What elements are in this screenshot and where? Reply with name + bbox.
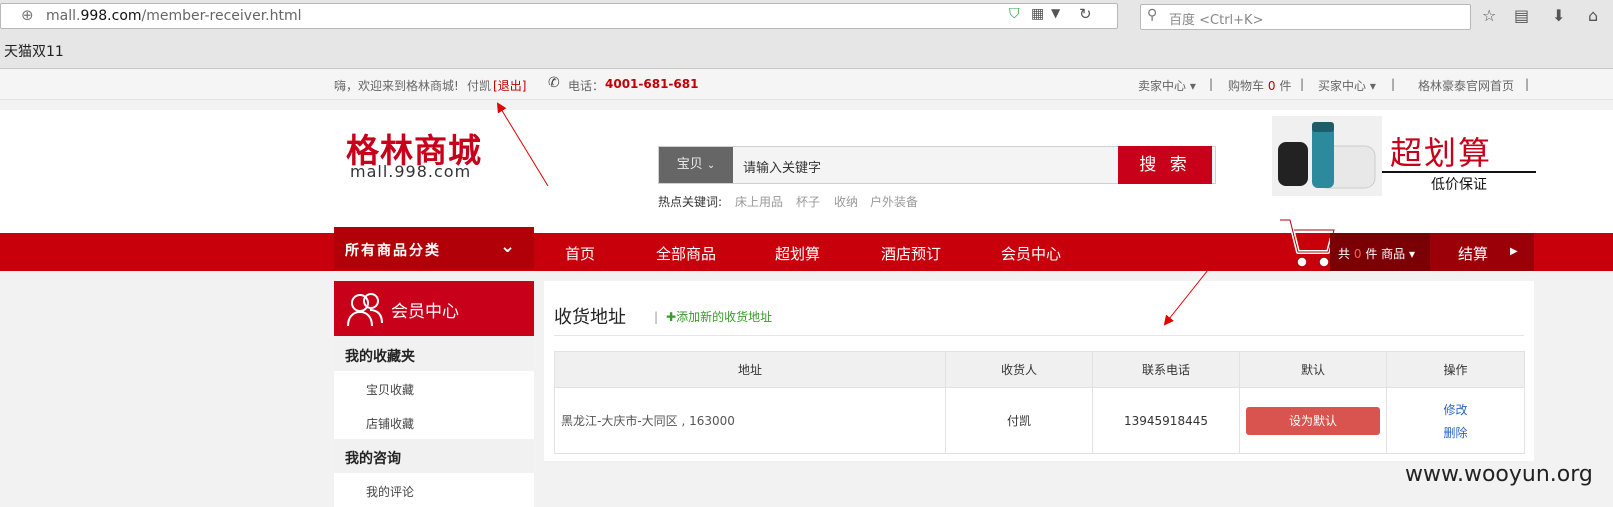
hot-keyword[interactable]: 杯子	[796, 193, 820, 210]
phone-cell: 13945918445	[1092, 387, 1240, 454]
page-title: 收货地址	[554, 307, 626, 328]
star-icon[interactable]: ☆	[1482, 6, 1496, 25]
hot-keyword[interactable]: 床上用品	[735, 193, 783, 210]
nav-member-center[interactable]: 会员中心	[1001, 243, 1061, 264]
separator: |	[1209, 77, 1214, 91]
add-address-link[interactable]: | ✚添加新的收货地址	[654, 308, 772, 325]
caret-down-icon: ▾	[1189, 79, 1196, 93]
address-cell: 黑龙江-大庆市-大同区 , 163000	[554, 387, 946, 454]
receiver-link[interactable]: 付凯	[945, 387, 1093, 454]
logo-subtitle: mall.998.com	[350, 162, 472, 181]
phone-label: 电话：	[568, 79, 605, 93]
bookmark-tmall[interactable]: 天猫双11	[4, 41, 64, 61]
browser-search-placeholder: 百度 <Ctrl+K>	[1169, 13, 1264, 28]
browser-search-bar[interactable]: ⚲ 百度 <Ctrl+K>	[1140, 4, 1471, 30]
hot-keyword[interactable]: 户外装备	[870, 193, 918, 210]
sidebar-item-my-reviews[interactable]: 我的评论	[334, 473, 534, 507]
table-header-row: 地址 收货人 联系电话 默认 操作	[554, 351, 1525, 388]
qrcode-icon[interactable]: ▦	[1031, 6, 1044, 22]
nav-home[interactable]: 首页	[565, 243, 595, 264]
default-cell: 设为默认	[1239, 387, 1387, 454]
column-header: 联系电话	[1092, 351, 1240, 388]
edit-link[interactable]: 修改	[1388, 401, 1523, 418]
sidebar-group-favorites: 我的收藏夹	[334, 337, 534, 371]
set-default-button[interactable]: 设为默认	[1246, 406, 1380, 435]
divider	[554, 335, 1524, 336]
chevron-down-icon[interactable]: ▼	[1051, 6, 1060, 20]
nav-all-products[interactable]: 全部商品	[656, 243, 716, 264]
search-input[interactable]: 请输入关键字	[743, 157, 821, 176]
phone-number: 4001-681-681	[605, 77, 699, 91]
welcome-text: 嗨，欢迎来到格林商城!	[334, 79, 459, 93]
nav-hotel-booking[interactable]: 酒店预订	[881, 243, 941, 264]
sidebar-item-shop-favorites[interactable]: 店铺收藏	[334, 405, 534, 439]
nav-super-deals[interactable]: 超划算	[775, 243, 820, 264]
caret-down-icon: ▾	[1369, 79, 1376, 93]
checkout-button[interactable]: 结算 ▶	[1430, 233, 1534, 271]
site-topbar: 嗨，欢迎来到格林商城! 付凯 [退出] ✆ 电话： 4001-681-681 卖…	[0, 69, 1613, 100]
watermark: www.wooyun.org	[1405, 462, 1593, 487]
seller-center-link[interactable]: 卖家中心 ▾	[1138, 77, 1196, 94]
cart-link[interactable]: 购物车 0 件	[1228, 77, 1291, 94]
url-text: mall.998.com/member-receiver.html	[46, 8, 302, 24]
separator: |	[1525, 77, 1530, 91]
sidebar-group-inquiries: 我的咨询	[334, 439, 534, 473]
reload-icon[interactable]: ↻	[1079, 5, 1092, 23]
search-button[interactable]: 搜 索	[1118, 146, 1212, 184]
url-bar[interactable]: ⊕ mall.998.com/member-receiver.html ⛉ ▦ …	[0, 3, 1118, 29]
promo-subtitle: 低价保证	[1382, 171, 1536, 194]
search-category-select[interactable]: 宝贝 ⌄	[659, 147, 733, 183]
chevron-down-icon: ⌄	[500, 236, 518, 257]
phone-icon: ✆	[548, 75, 560, 91]
users-icon	[347, 293, 383, 327]
column-header: 地址	[554, 351, 946, 388]
delete-link[interactable]: 删除	[1388, 424, 1523, 441]
home-icon[interactable]: ⌂	[1588, 6, 1598, 25]
site-header: 格林商城 mall.998.com 宝贝 ⌄ 请输入关键字 搜 索 热点关键词:…	[0, 110, 1613, 233]
separator: |	[1391, 77, 1396, 91]
globe-icon: ⊕	[21, 6, 34, 24]
address-table: 地址 收货人 联系电话 默认 操作 黑龙江-大庆市-大同区 , 163000 付…	[554, 351, 1525, 454]
column-header: 默认	[1239, 351, 1387, 388]
buyer-center-link[interactable]: 买家中心 ▾	[1318, 77, 1376, 94]
cart-icon[interactable]	[1278, 216, 1336, 270]
separator: |	[1300, 77, 1305, 91]
member-center-header: 会员中心	[334, 281, 534, 336]
search-icon: ⚲	[1147, 7, 1158, 23]
reading-list-icon[interactable]: ▤	[1514, 6, 1529, 25]
caret-down-icon: ▾	[1408, 247, 1415, 261]
column-header: 操作	[1386, 351, 1525, 388]
actions-cell: 修改 删除	[1386, 387, 1525, 454]
sidebar-item-item-favorites[interactable]: 宝贝收藏	[334, 371, 534, 405]
username: 付凯	[467, 79, 492, 93]
plus-icon: ✚	[666, 310, 677, 324]
column-header: 收货人	[945, 351, 1093, 388]
promo-title: 超划算	[1390, 134, 1493, 172]
all-categories-label: 所有商品分类	[345, 243, 441, 259]
shield-icon[interactable]: ⛉	[1009, 6, 1020, 22]
cart-summary[interactable]: 共 0 件 商品 ▾	[1330, 233, 1430, 271]
member-center-title: 会员中心	[391, 302, 459, 322]
all-categories-menu[interactable]: 所有商品分类 ⌄	[334, 227, 534, 269]
arrow-right-icon: ▶	[1510, 246, 1518, 257]
official-homepage-link[interactable]: 格林豪泰官网首页	[1418, 77, 1514, 94]
chevron-down-icon: ⌄	[706, 160, 716, 171]
download-icon[interactable]: ⬇	[1552, 6, 1565, 25]
hot-keyword[interactable]: 收纳	[834, 193, 858, 210]
hot-keywords-label: 热点关键词:	[658, 195, 723, 209]
logout-link[interactable]: [退出]	[493, 77, 526, 94]
table-row: 黑龙江-大庆市-大同区 , 163000 付凯 13945918445 设为默认…	[554, 387, 1525, 454]
